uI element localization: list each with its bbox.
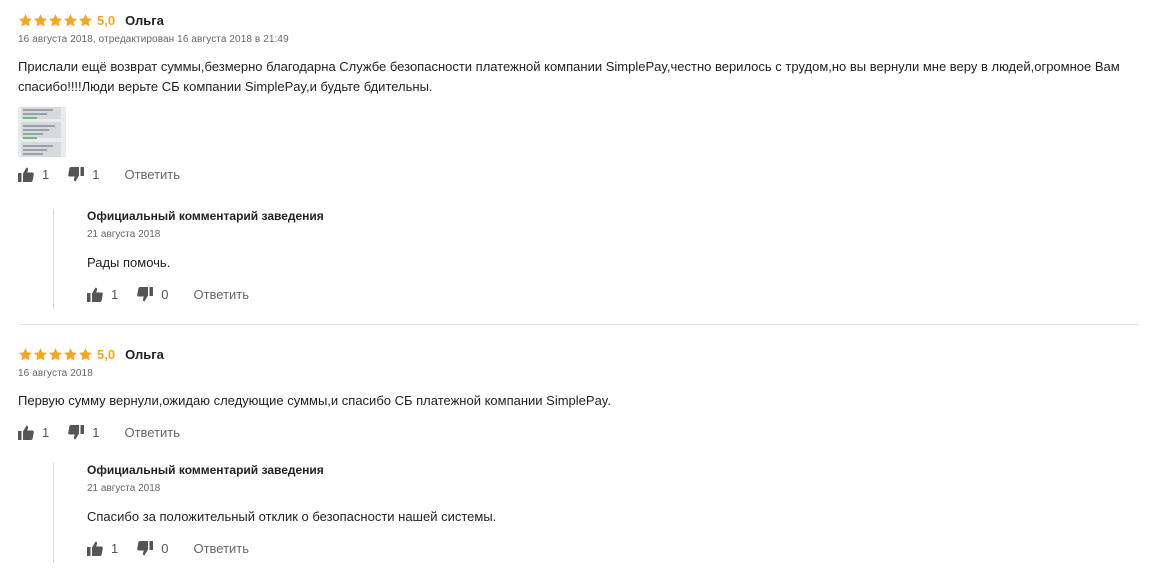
star-icon bbox=[33, 13, 48, 26]
like-button[interactable]: 1 bbox=[87, 287, 118, 302]
thumbs-up-icon bbox=[87, 541, 103, 556]
official-response-date: 21 августа 2018 bbox=[87, 483, 161, 494]
official-response-date: 21 августа 2018 bbox=[87, 229, 161, 240]
thumbs-down-icon bbox=[137, 540, 154, 555]
official-response: Официальный комментарий заведения 21 авг… bbox=[53, 463, 1087, 563]
official-response-text: Рады помочь. bbox=[87, 255, 171, 270]
dislike-button[interactable]: 0 bbox=[137, 286, 169, 302]
thumbs-up-icon bbox=[87, 287, 103, 302]
like-count: 1 bbox=[111, 286, 119, 302]
review-actions: 1 1 Ответить bbox=[18, 164, 1138, 184]
rating-score: 5,0 bbox=[97, 346, 116, 362]
review-divider bbox=[18, 324, 1138, 325]
rating-row: 5,0 Ольга bbox=[18, 11, 1138, 29]
review-card: 5,0 Ольга 16 августа 2018, отредактирова… bbox=[18, 11, 1138, 184]
star-icon bbox=[18, 347, 33, 360]
review-text: Прислали ещё возврат суммы,безмерно благ… bbox=[18, 59, 1120, 94]
dislike-count: 0 bbox=[161, 540, 169, 556]
like-button[interactable]: 1 bbox=[18, 425, 49, 440]
official-response-title: Официальный комментарий заведения bbox=[87, 463, 324, 477]
official-response-text: Спасибо за положительный отклик о безопа… bbox=[87, 509, 497, 524]
review-actions: 1 1 Ответить bbox=[18, 422, 1138, 442]
dislike-count: 1 bbox=[92, 424, 100, 440]
like-count: 1 bbox=[42, 166, 50, 182]
thumbs-up-icon bbox=[18, 425, 34, 440]
rating-score: 5,0 bbox=[97, 12, 116, 28]
official-response: Официальный комментарий заведения 21 авг… bbox=[53, 209, 1087, 309]
official-response-title: Официальный комментарий заведения bbox=[87, 209, 324, 223]
author-name[interactable]: Ольга bbox=[125, 13, 164, 28]
rating-row: 5,0 Ольга bbox=[18, 345, 1138, 363]
dislike-count: 1 bbox=[92, 166, 100, 182]
star-icon bbox=[78, 347, 93, 360]
star-icon bbox=[48, 13, 63, 26]
review-card: 5,0 Ольга 16 августа 2018 Первую сумму в… bbox=[18, 345, 1138, 442]
like-button[interactable]: 1 bbox=[87, 541, 118, 556]
star-icon bbox=[33, 347, 48, 360]
dislike-count: 0 bbox=[161, 286, 169, 302]
dislike-button[interactable]: 1 bbox=[68, 424, 100, 440]
star-icon bbox=[78, 13, 93, 26]
reply-button[interactable]: Ответить bbox=[193, 541, 249, 556]
thumbs-down-icon bbox=[68, 424, 85, 439]
official-response-actions: 1 0 Ответить bbox=[87, 284, 1087, 304]
star-icon bbox=[18, 13, 33, 26]
attached-photo-thumbnail[interactable] bbox=[18, 107, 66, 157]
like-count: 1 bbox=[42, 424, 50, 440]
review-text: Первую сумму вернули,ожидаю следующие су… bbox=[18, 393, 611, 408]
star-icon bbox=[63, 347, 78, 360]
author-name[interactable]: Ольга bbox=[125, 347, 164, 362]
dislike-button[interactable]: 1 bbox=[68, 166, 100, 182]
star-rating bbox=[18, 13, 93, 28]
review-date: 16 августа 2018 bbox=[18, 368, 93, 379]
star-icon bbox=[48, 347, 63, 360]
reply-button[interactable]: Ответить bbox=[124, 167, 180, 182]
star-rating bbox=[18, 347, 93, 362]
thumbs-down-icon bbox=[68, 166, 85, 181]
like-count: 1 bbox=[111, 540, 119, 556]
review-date: 16 августа 2018, отредактирован 16 авгус… bbox=[18, 34, 289, 45]
reply-button[interactable]: Ответить bbox=[193, 287, 249, 302]
reply-button[interactable]: Ответить bbox=[124, 425, 180, 440]
star-icon bbox=[63, 13, 78, 26]
thumbs-down-icon bbox=[137, 286, 154, 301]
like-button[interactable]: 1 bbox=[18, 167, 49, 182]
dislike-button[interactable]: 0 bbox=[137, 540, 169, 556]
thumbs-up-icon bbox=[18, 167, 34, 182]
official-response-actions: 1 0 Ответить bbox=[87, 538, 1087, 558]
